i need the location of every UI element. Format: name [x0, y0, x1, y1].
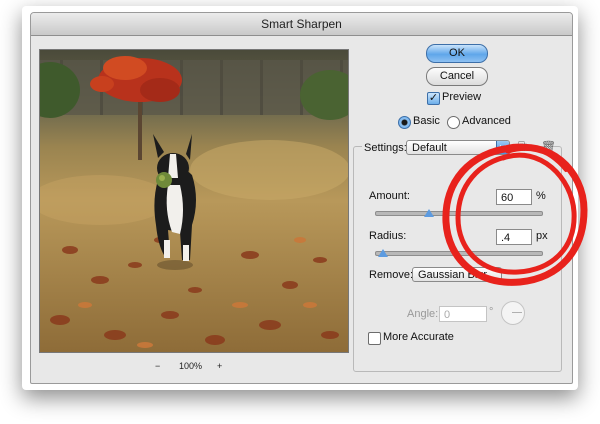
- remove-value: Gaussian Blur: [418, 269, 488, 281]
- radius-slider-track[interactable]: [375, 251, 543, 256]
- ok-button[interactable]: OK: [426, 44, 488, 63]
- angle-field: 0: [439, 306, 487, 322]
- settings-dropdown[interactable]: Default ▲▼: [406, 140, 511, 155]
- chevron-down-icon: ▲▼: [496, 141, 511, 154]
- radius-field[interactable]: .4: [496, 229, 532, 245]
- more-accurate-checkbox[interactable]: [368, 332, 381, 345]
- smart-sharpen-dialog: Smart Sharpen − 100% + OK Cancel ✓ Previ…: [30, 12, 573, 384]
- amount-slider-thumb[interactable]: [424, 209, 434, 217]
- angle-unit: °: [489, 306, 494, 318]
- amount-label: Amount:: [369, 190, 410, 202]
- zoom-level: 100%: [179, 361, 203, 371]
- window-title: Smart Sharpen: [261, 17, 342, 31]
- basic-radio[interactable]: [398, 116, 411, 129]
- settings-label: Settings:: [362, 142, 409, 154]
- radius-unit: px: [536, 230, 548, 242]
- angle-label: Angle:: [407, 308, 439, 320]
- amount-slider-track[interactable]: [375, 211, 543, 216]
- trash-icon[interactable]: 🗑: [541, 140, 556, 154]
- angle-dial: [501, 301, 525, 325]
- amount-field[interactable]: 60: [496, 189, 532, 205]
- radius-slider-thumb[interactable]: [378, 249, 388, 257]
- radius-label: Radius:: [369, 230, 407, 242]
- more-accurate-label: More Accurate: [383, 331, 454, 343]
- zoom-in-button[interactable]: +: [217, 361, 222, 371]
- zoom-out-button[interactable]: −: [155, 361, 160, 371]
- title-bar[interactable]: Smart Sharpen: [31, 13, 572, 36]
- remove-dropdown[interactable]: Gaussian Blur: [412, 267, 502, 282]
- cancel-button[interactable]: Cancel: [426, 67, 488, 86]
- preview-image[interactable]: [39, 49, 349, 353]
- basic-label: Basic: [413, 115, 440, 127]
- advanced-label: Advanced: [462, 115, 511, 127]
- preview-checkbox[interactable]: ✓: [427, 92, 440, 105]
- amount-unit: %: [536, 190, 546, 202]
- preview-label: Preview: [442, 91, 482, 103]
- settings-value: Default: [412, 142, 447, 154]
- save-settings-icon[interactable]: ⎘: [518, 141, 527, 154]
- advanced-radio[interactable]: [447, 116, 460, 129]
- dog-photo: [40, 50, 348, 352]
- remove-label: Remove:: [369, 269, 414, 281]
